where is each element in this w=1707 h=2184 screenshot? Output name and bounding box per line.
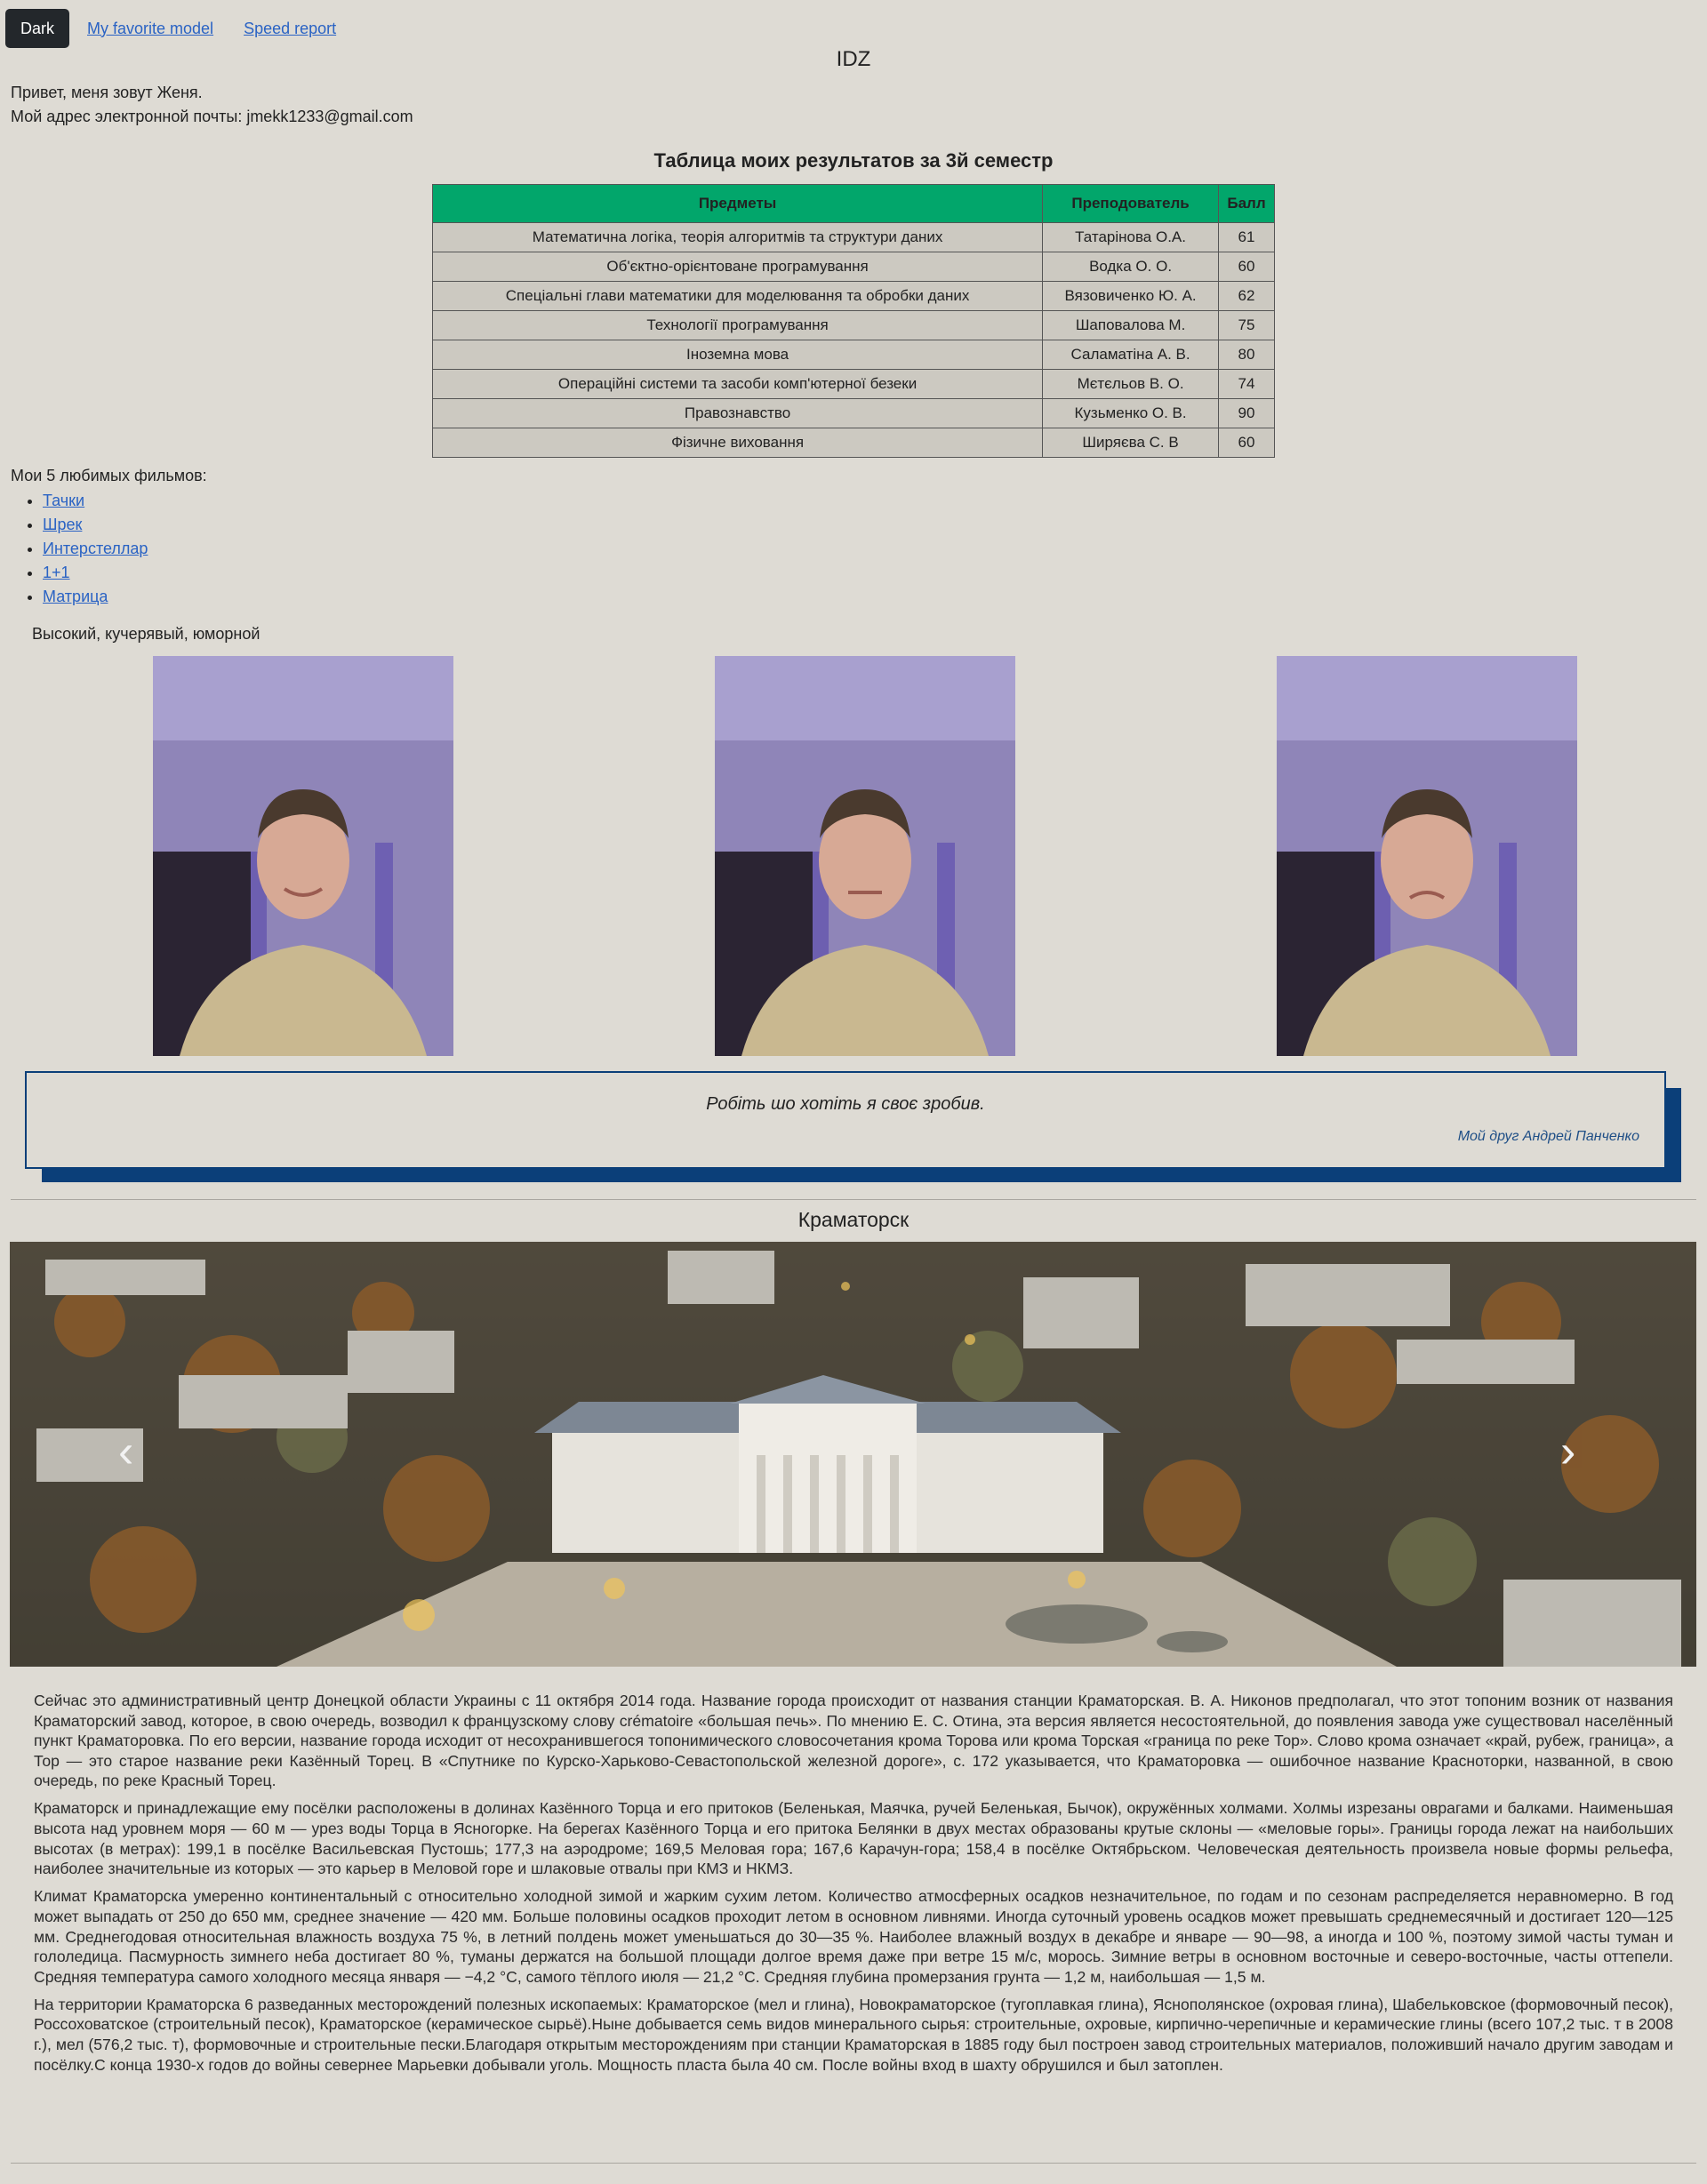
subject-cell: Спеціальні глави математики для моделюва…: [431, 281, 1044, 311]
score-cell: 80: [1218, 340, 1275, 370]
portrait-photo-smiling: [153, 656, 453, 1056]
city-title: Краматорск: [797, 1208, 910, 1231]
teacher-cell: Ширяєва С. В: [1042, 428, 1220, 458]
movie-link-cars[interactable]: Тачки: [43, 492, 84, 509]
quote-text: Робіть шо хотіть я своє зробив.: [706, 1094, 985, 1114]
intro-email: Мой адрес электронной почты: jmekk1233@g…: [11, 108, 413, 125]
article-paragraph: На территории Краматорска 6 разведанных …: [34, 1995, 1673, 2074]
movie-link-shrek[interactable]: Шрек: [43, 516, 82, 533]
speed-report-link[interactable]: Speed report: [244, 20, 336, 38]
teacher-cell: Мєтєльов В. О.: [1042, 369, 1220, 399]
quote-block: Робіть шо хотіть я своє зробив. Мой друг…: [25, 1071, 1666, 1169]
article-paragraph: Климат Краматорска умеренно континенталь…: [34, 1887, 1673, 1986]
subject-cell: Фізичне виховання: [431, 428, 1044, 458]
movie-link-intouchables[interactable]: 1+1: [43, 564, 70, 581]
portrait-photo-frowning: [1277, 656, 1577, 1056]
list-item: 1+1: [43, 561, 148, 585]
table-row: Операційні системи та засоби комп'ютерно…: [431, 369, 1275, 399]
subject-cell: Іноземна мова: [431, 340, 1044, 370]
score-cell: 60: [1218, 428, 1275, 458]
header-teacher: Преподователь: [1042, 184, 1220, 223]
score-cell: 62: [1218, 281, 1275, 311]
intro: Привет, меня зовут Женя. Мой адрес элект…: [11, 81, 413, 129]
city-aerial-image: [10, 1242, 1696, 1667]
teacher-cell: Кузьменко О. В.: [1042, 398, 1220, 428]
teacher-cell: Саламатіна А. В.: [1042, 340, 1220, 370]
city-carousel: ‹ ›: [10, 1242, 1696, 1667]
teacher-cell: Водка О. О.: [1042, 252, 1220, 282]
results-table: Предметы Преподователь Балл Математична …: [431, 184, 1275, 458]
table-header-row: Предметы Преподователь Балл: [431, 184, 1275, 223]
results-table-title: Таблица моих результатов за 3й семестр: [653, 149, 1054, 172]
list-item: Шрек: [43, 513, 148, 537]
score-cell: 60: [1218, 252, 1275, 282]
subject-cell: Операційні системи та засоби комп'ютерно…: [431, 369, 1044, 399]
teacher-cell: Татарінова О.А.: [1042, 222, 1220, 252]
divider: [11, 1199, 1696, 1200]
self-description: Высокий, кучерявый, юморной: [32, 625, 260, 643]
city-article: Сейчас это административный центр Донецк…: [34, 1691, 1673, 2083]
article-paragraph: Сейчас это административный центр Донецк…: [34, 1692, 1673, 1790]
article-paragraph: Краматорск и принадлежащие ему посёлки р…: [34, 1799, 1673, 1878]
movie-link-matrix[interactable]: Матрица: [43, 588, 108, 605]
score-cell: 74: [1218, 369, 1275, 399]
intro-greeting: Привет, меня зовут Женя.: [11, 84, 203, 101]
header-subjects: Предметы: [431, 184, 1044, 223]
score-cell: 61: [1218, 222, 1275, 252]
table-row: Об'єктно-орієнтоване програмування Водка…: [431, 252, 1275, 282]
table-row: Іноземна мова Саламатіна А. В. 80: [431, 340, 1275, 370]
carousel-prev-button[interactable]: ‹: [118, 1428, 133, 1475]
table-row: Спеціальні глави математики для моделюва…: [431, 281, 1275, 311]
dark-theme-button[interactable]: Dark: [5, 9, 69, 48]
movies-list: Тачки Шрек Интерстеллар 1+1 Матрица: [11, 489, 148, 609]
carousel-next-button[interactable]: ›: [1560, 1428, 1575, 1475]
list-item: Матрица: [43, 585, 148, 609]
teacher-cell: Вязовиченко Ю. А.: [1042, 281, 1220, 311]
top-nav: Dark My favorite model Speed report: [5, 9, 336, 48]
subject-cell: Технології програмування: [431, 310, 1044, 340]
score-cell: 75: [1218, 310, 1275, 340]
portrait-photo-neutral: [715, 656, 1015, 1056]
table-row: Фізичне виховання Ширяєва С. В 60: [431, 428, 1275, 458]
subject-cell: Правознавство: [431, 398, 1044, 428]
table-row: Правознавство Кузьменко О. В. 90: [431, 398, 1275, 428]
movie-link-interstellar[interactable]: Интерстеллар: [43, 540, 148, 557]
page-title: IDZ: [836, 47, 871, 71]
teacher-cell: Шаповалова М.: [1042, 310, 1220, 340]
list-item: Интерстеллар: [43, 537, 148, 561]
quote-author: Мой друг Андрей Панченко: [1457, 1129, 1639, 1144]
list-item: Тачки: [43, 489, 148, 513]
divider: [11, 2163, 1696, 2164]
score-cell: 90: [1218, 398, 1275, 428]
subject-cell: Об'єктно-орієнтоване програмування: [431, 252, 1044, 282]
my-favorite-model-link[interactable]: My favorite model: [87, 20, 213, 38]
header-score: Балл: [1218, 184, 1275, 223]
table-row: Технології програмування Шаповалова М. 7…: [431, 310, 1275, 340]
movies-label: Мои 5 любимых фильмов:: [11, 467, 207, 484]
subject-cell: Математична логіка, теорія алгоритмів та…: [431, 222, 1044, 252]
table-row: Математична логіка, теорія алгоритмів та…: [431, 222, 1275, 252]
